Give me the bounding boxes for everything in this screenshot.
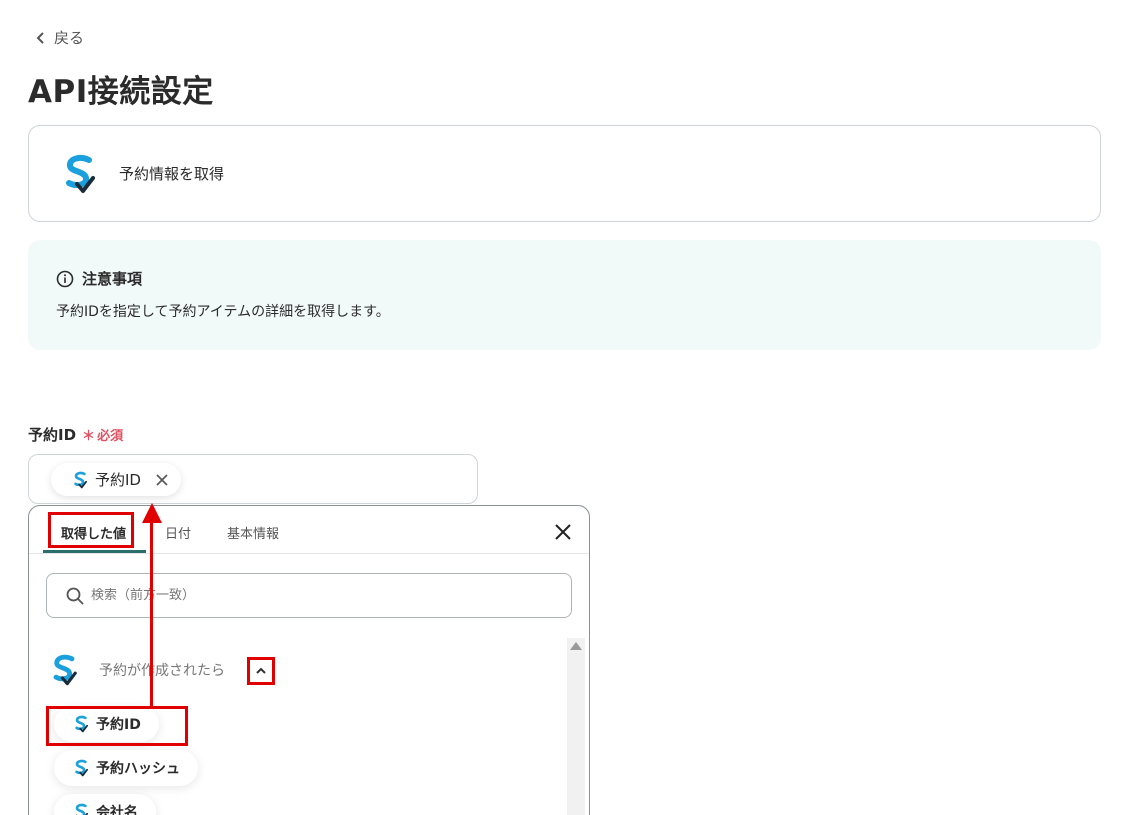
close-icon[interactable]	[553, 522, 573, 542]
notice-body: 予約IDを指定して予約アイテムの詳細を取得します。	[56, 304, 390, 320]
app-s-logo-icon	[75, 803, 88, 815]
group-label: 予約が作成されたら	[99, 663, 225, 679]
search-box	[46, 573, 572, 618]
value-chip[interactable]: 予約ID	[51, 463, 181, 496]
back-link[interactable]: 戻る	[34, 27, 84, 48]
field-label-text: 予約ID	[28, 426, 77, 444]
value-picker-panel: 取得した値 日付 基本情報 予約が作成されたら 予約ID 予約ハッシュ	[28, 505, 590, 815]
annotation-arrow-head	[142, 503, 162, 523]
notice-box: 注意事項 予約IDを指定して予約アイテムの詳細を取得します。	[28, 240, 1101, 350]
scroll-up-arrow-icon[interactable]	[570, 642, 582, 650]
trigger-group: 予約が作成されたら	[51, 654, 225, 686]
page-title: API接続設定	[28, 74, 214, 110]
list-item[interactable]: 会社名	[54, 794, 156, 815]
required-label: 必須	[97, 429, 124, 444]
notice-header: 注意事項	[56, 268, 1101, 289]
app-s-logo-icon	[66, 154, 95, 193]
chevron-left-icon	[36, 31, 44, 44]
chevron-up-icon	[256, 667, 266, 674]
tab-date[interactable]: 日付	[165, 523, 191, 542]
list-item-label: 予約ハッシュ	[96, 761, 180, 777]
app-s-logo-icon	[74, 471, 87, 488]
annotation-arrow	[150, 517, 153, 709]
field-label: 予約ID ＊ 必須	[28, 424, 123, 445]
list-item-label: 会社名	[96, 805, 138, 815]
info-icon	[56, 270, 74, 287]
notice-title: 注意事項	[82, 270, 143, 288]
collapse-group-button[interactable]	[247, 657, 275, 685]
scrollbar[interactable]	[567, 638, 585, 815]
app-s-logo-icon	[53, 654, 77, 686]
tab-basic-info[interactable]: 基本情報	[227, 523, 279, 542]
remove-chip-icon[interactable]	[155, 473, 169, 487]
back-label: 戻る	[54, 29, 85, 47]
required-badge: ＊ 必須	[82, 425, 123, 444]
highlight-tab-box	[48, 512, 134, 548]
highlight-item-box	[46, 706, 188, 746]
app-s-logo-icon	[75, 759, 88, 777]
action-card: 予約情報を取得	[28, 125, 1101, 222]
required-mark: ＊	[82, 429, 96, 444]
search-icon	[66, 587, 84, 605]
list-item[interactable]: 予約ハッシュ	[54, 750, 198, 786]
chip-label: 予約ID	[95, 471, 141, 489]
active-tab-indicator	[43, 550, 146, 553]
search-input[interactable]	[91, 588, 531, 603]
action-name: 予約情報を取得	[119, 165, 225, 183]
reservation-id-field[interactable]: 予約ID	[28, 454, 478, 504]
